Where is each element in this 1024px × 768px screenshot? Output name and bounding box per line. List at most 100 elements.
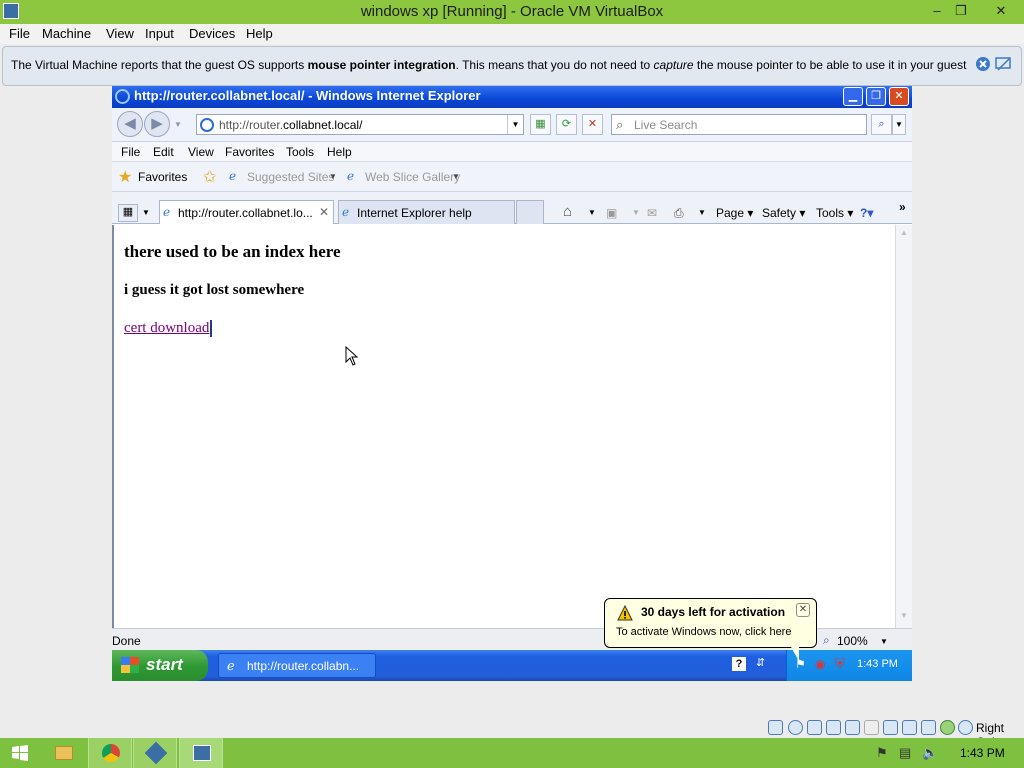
search-options-icon[interactable]: ▼ [892,114,906,135]
suggested-sites-link[interactable]: Suggested Sites [247,170,334,184]
tab-ie-help[interactable]: ℯ Internet Explorer help [338,200,515,224]
cpu-icon[interactable] [921,720,936,735]
web-slice-dropdown-icon[interactable]: ▼ [452,172,460,181]
address-url: http://router.collabnet.local/ [219,118,362,132]
scroll-down-icon[interactable]: ▼ [898,611,910,623]
display-icon[interactable] [883,720,898,735]
chevron-more-icon[interactable]: » [899,200,906,214]
tab-ie-icon: ℯ [163,205,171,219]
floppy-icon[interactable] [807,720,822,735]
menu-devices[interactable]: Devices [189,26,235,41]
ie-menu-view[interactable]: View [188,145,214,159]
compatibility-view-icon[interactable]: ▦ [530,114,551,135]
usb-icon[interactable] [845,720,860,735]
host-file-explorer-button[interactable] [42,738,86,768]
address-dropdown-icon[interactable]: ▼ [507,115,523,134]
ie-menu-favorites[interactable]: Favorites [225,145,274,159]
new-tab-button[interactable] [516,200,544,224]
virtualbox-icon [144,741,168,765]
menu-help[interactable]: Help [246,26,273,41]
guest-screen: http://router.collabnet.local/ - Windows… [112,86,912,681]
shared-folders-icon[interactable] [864,720,879,735]
close-button[interactable]: ✕ [986,0,1016,22]
ie-close-button[interactable]: ✕ [889,87,909,106]
history-dropdown-icon[interactable]: ▼ [174,120,182,129]
activation-balloon[interactable]: 30 days left for activation To activate … [604,598,817,661]
host-start-button[interactable] [0,738,44,768]
print-dropdown-icon[interactable]: ▼ [698,208,706,217]
ie-menu-help[interactable]: Help [327,145,352,159]
host-vm-window-button[interactable] [179,738,223,768]
tab-list-dropdown-icon[interactable]: ▼ [142,208,150,217]
safety-menu[interactable]: Safety ▾ [762,206,805,220]
home-dropdown-icon[interactable]: ▼ [588,208,596,217]
balloon-title: 30 days left for activation [641,605,786,619]
volume-muted-icon[interactable]: 🔈 [922,745,938,761]
tab-router[interactable]: ℯ http://router.collabnet.lo... ✕ [159,200,334,224]
quick-tabs-icon[interactable]: ▦ [118,204,138,222]
ie-menu-tools[interactable]: Tools [286,145,314,159]
refresh-button[interactable]: ⟳ [556,114,577,135]
restore-button[interactable]: ❐ [946,0,976,22]
start-button[interactable]: start [112,650,208,681]
tools-menu-label: Tools [816,206,845,220]
forward-button[interactable]: ▶ [144,111,170,137]
back-button[interactable]: ◀ [117,111,143,137]
language-tray-icon[interactable]: ⇵ [756,656,765,669]
page-menu[interactable]: Page ▾ [716,206,753,220]
page-menu-label: Page [716,206,745,220]
ie-restore-button[interactable]: ❐ [866,87,886,106]
search-go-button[interactable]: ⌕ [871,114,892,135]
web-slice-gallery-link[interactable]: Web Slice Gallery [365,170,460,184]
optical-drive-icon[interactable] [788,720,803,735]
network-icon[interactable] [826,720,841,735]
ie-menu-file[interactable]: File [121,145,140,159]
balloon-close-icon[interactable]: ✕ [796,603,810,617]
host-virtualbox-manager-button[interactable] [133,738,177,768]
notice-dont-show-icon[interactable] [995,56,1011,72]
favorites-button[interactable]: Favorites [138,170,187,184]
notice-close-icon[interactable] [975,56,991,72]
scroll-up-icon[interactable]: ▲ [898,228,910,240]
windows-logo-icon [121,657,139,673]
suggested-sites-dropdown-icon[interactable]: ▼ [329,172,337,181]
hard-disk-icon[interactable] [768,720,783,735]
network-status-icon[interactable]: ▤ [899,745,911,761]
menu-input[interactable]: Input [145,26,174,41]
menu-view[interactable]: View [106,26,134,41]
video-capture-icon[interactable] [902,720,917,735]
tab-close-icon[interactable]: ✕ [319,205,329,219]
security-tray-icon[interactable]: ◉ [815,657,825,671]
shield-tray-icon[interactable]: ⛨ [835,656,845,672]
ie-minimize-button[interactable]: ▁ [843,87,863,106]
add-favorite-icon[interactable]: ✩ [203,167,216,187]
action-center-icon[interactable]: ⚑ [876,745,888,761]
help-tray-icon[interactable]: ? [732,657,746,671]
ie-menu-edit[interactable]: Edit [153,145,174,159]
search-input[interactable]: ⌕ Live Search [611,114,867,135]
menu-file[interactable]: File [9,26,30,41]
print-icon[interactable]: ⎙ [674,206,684,221]
tab-ie-help-label: Internet Explorer help [357,206,472,220]
host-chrome-button[interactable] [88,738,132,768]
balloon-body[interactable]: To activate Windows now, click here [616,626,791,638]
feeds-dropdown-icon[interactable]: ▼ [632,208,640,217]
taskbar-ie-item[interactable]: ℯ http://router.collabn... [218,653,376,678]
mail-icon[interactable]: ✉ [647,206,657,220]
zoom-level[interactable]: 100% [837,634,868,648]
menu-machine[interactable]: Machine [42,26,91,41]
help-icon[interactable]: ?▾ [860,206,873,220]
vertical-scrollbar[interactable]: ▲ ▼ [895,225,912,628]
keyboard-icon[interactable] [958,720,973,735]
page-icon [200,118,214,132]
stop-button[interactable]: ✕ [582,114,603,135]
virtualbox-titlebar: windows xp [Running] - Oracle VM Virtual… [0,0,1024,24]
home-icon[interactable]: ⌂ [563,203,572,220]
zoom-dropdown-icon[interactable]: ▼ [880,637,888,646]
address-input[interactable]: http://router.collabnet.local/ ▼ [196,114,524,135]
cert-download-link[interactable]: cert download [124,320,213,337]
mouse-integration-icon[interactable] [940,720,955,735]
tools-menu[interactable]: Tools ▾ [816,206,853,220]
feeds-icon[interactable]: ▣ [606,206,617,220]
address-url-prefix: http://router. [219,118,284,132]
